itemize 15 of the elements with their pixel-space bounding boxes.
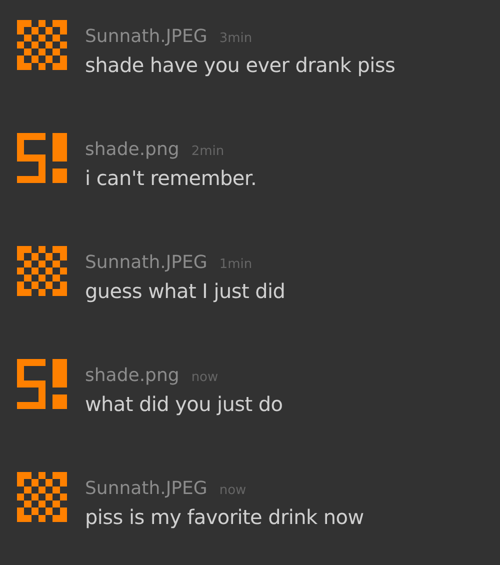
avatar-icon [17,246,67,296]
avatar-icon [17,472,67,522]
avatar-icon [17,133,67,183]
avatar-icon [17,20,67,70]
author-name: Sunnath.JPEG [85,252,208,273]
message-text: shade have you ever drank piss [85,53,396,77]
author-name: shade.png [85,365,180,386]
message-text: guess what I just did [85,279,286,303]
message-text: i can't remember. [85,166,257,190]
author-name: Sunnath.JPEG [85,26,208,47]
author-name: Sunnath.JPEG [85,478,208,499]
avatar-icon [17,359,67,409]
message-text: piss is my favorite drink now [85,505,364,529]
author-name: shade.png [85,139,180,160]
message-text: what did you just do [85,392,283,416]
